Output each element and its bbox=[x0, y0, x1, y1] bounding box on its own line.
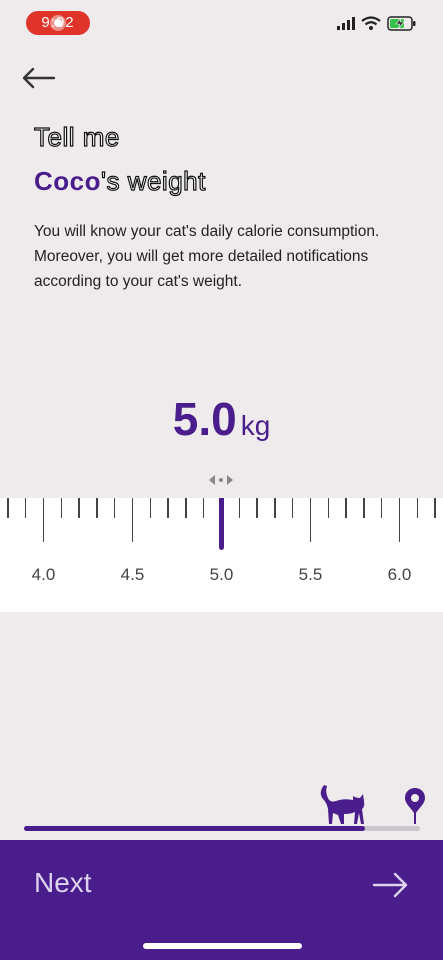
ruler-tick bbox=[60, 498, 63, 518]
ruler-tick bbox=[149, 498, 152, 518]
drag-hint-icon bbox=[209, 475, 233, 485]
ruler-label: 4.0 bbox=[31, 565, 56, 584]
weight-display: 5.0 kg bbox=[0, 392, 443, 446]
progress-fill bbox=[24, 826, 365, 831]
back-arrow-icon bbox=[22, 67, 56, 89]
ruler-tick bbox=[363, 498, 365, 518]
back-button[interactable] bbox=[18, 62, 60, 94]
ruler-tick bbox=[131, 498, 134, 542]
ruler-tick bbox=[434, 498, 436, 518]
ruler-tick bbox=[113, 498, 116, 518]
ruler-tick bbox=[309, 498, 312, 542]
ruler-tick bbox=[167, 498, 169, 518]
status-bar: 9:02 bbox=[0, 0, 443, 48]
screen-recording-indicator[interactable]: 9:02 bbox=[26, 11, 90, 35]
ruler-tick bbox=[96, 498, 98, 518]
record-icon bbox=[50, 15, 66, 31]
title-suffix: 's weight bbox=[100, 165, 206, 196]
ruler-tick bbox=[256, 498, 258, 518]
next-label: Next bbox=[34, 867, 92, 898]
forward-arrow-icon bbox=[372, 872, 408, 898]
ruler-tick bbox=[291, 498, 294, 518]
ruler-tick bbox=[238, 498, 241, 518]
weight-value: 5.0 bbox=[172, 393, 237, 445]
ruler-tick bbox=[42, 498, 45, 542]
ruler-tick bbox=[24, 498, 27, 518]
ruler-tick bbox=[274, 498, 276, 518]
home-indicator bbox=[143, 943, 302, 949]
battery-charging-icon bbox=[387, 16, 416, 31]
ruler-tick bbox=[345, 498, 347, 518]
ruler-pointer[interactable] bbox=[219, 498, 224, 550]
weight-ruler-slider[interactable]: 4.0 4.5 5.0 5.5 6.0 bbox=[0, 498, 443, 612]
pet-name: Coco bbox=[34, 166, 101, 196]
ruler-label: 6.0 bbox=[387, 565, 412, 584]
location-pin-icon bbox=[405, 788, 425, 824]
description-text: You will know your cat's daily calorie c… bbox=[34, 223, 380, 290]
ruler-label: 5.0 bbox=[209, 565, 234, 584]
title-line-2: Coco's weight bbox=[34, 165, 206, 197]
next-button[interactable]: Next bbox=[0, 840, 443, 960]
title-line-1: Tell me bbox=[33, 121, 120, 152]
ruler-tick bbox=[380, 498, 383, 518]
progress-track bbox=[24, 826, 420, 831]
ruler-label: 4.5 bbox=[120, 565, 145, 584]
ruler-tick bbox=[327, 498, 330, 518]
cellular-signal-icon bbox=[337, 17, 355, 30]
ruler-label: 5.5 bbox=[298, 565, 323, 584]
ruler-tick bbox=[78, 498, 80, 518]
weight-unit: kg bbox=[240, 410, 271, 441]
ruler-tick bbox=[185, 498, 187, 518]
ruler-tick bbox=[398, 498, 401, 542]
ruler-tick bbox=[7, 498, 9, 518]
wifi-icon bbox=[361, 16, 381, 30]
cat-icon bbox=[320, 785, 365, 824]
ruler-tick bbox=[416, 498, 419, 518]
ruler-tick bbox=[202, 498, 205, 518]
